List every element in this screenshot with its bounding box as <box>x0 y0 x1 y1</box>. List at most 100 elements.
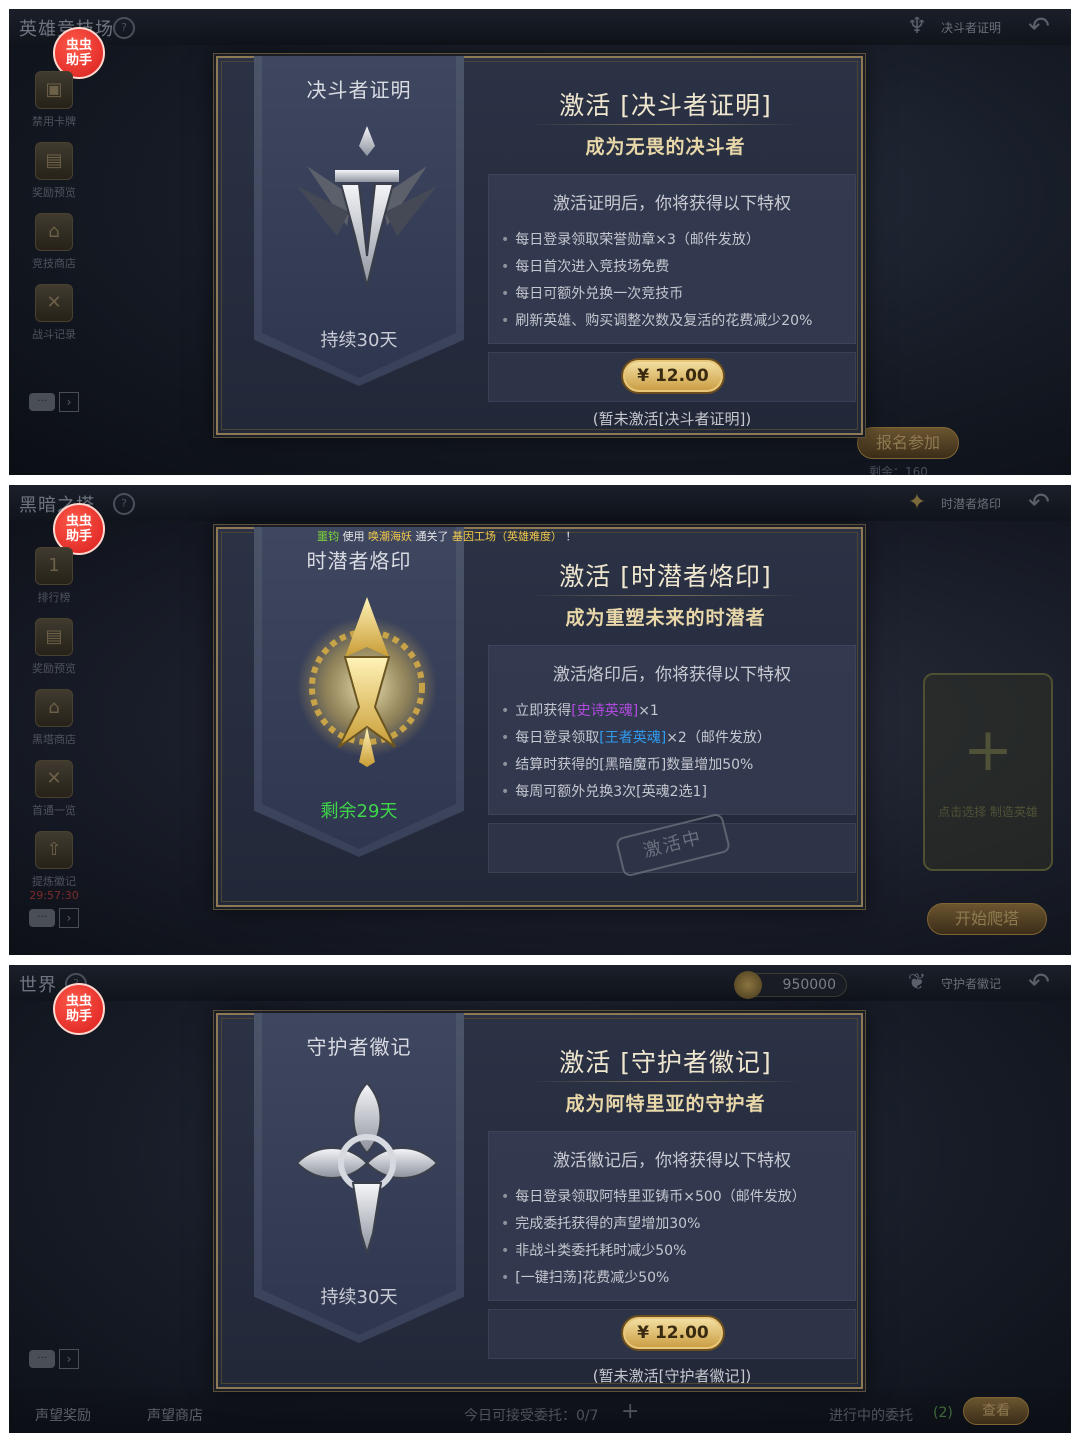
crossed-swords-icon: ✕ <box>35 760 73 798</box>
banner-duration: 持续30天 <box>320 330 398 351</box>
sidebar-item-label: 禁用卡牌 <box>32 115 76 128</box>
sidebar-item-label: 提炼徽记 <box>32 875 76 888</box>
perk-list: 每日登录领取荣誉勋章×3（邮件发放） 每日首次进入竞技场免费 每日可额外兑换一次… <box>501 227 812 335</box>
dialog-subtitle: 成为阿特里亚的守护者 <box>565 1093 766 1115</box>
chat-control[interactable]: ··· › <box>29 907 81 929</box>
perk-highlight-epic: [史诗英魂] <box>571 703 639 719</box>
banner-title: 时潜者烙印 <box>306 549 412 573</box>
daily-commission-count: 今日可接受委托：0/7 <box>464 1408 599 1424</box>
perk-list: 每日登录领取阿特里亚铸币×500（邮件发放） 完成委托获得的声望增加30% 非战… <box>501 1184 806 1292</box>
sidebar-item-label: 排行榜 <box>37 591 71 604</box>
perk-highlight-king: [王者英魂] <box>599 730 667 746</box>
perk-box: 激活烙印后，你将获得以下特权 立即获得[史诗英魂]×1 每日登录领取[王者英魂]… <box>488 645 856 815</box>
slot-hint: 点击选择 制造英雄 <box>938 805 1038 819</box>
sidebar-item-arena-shop[interactable]: ⌂ 竞技商店 <box>23 213 85 284</box>
purchase-button[interactable]: ¥ 12.00 <box>621 1315 725 1351</box>
perk-text: 结算时获得的[黑暗魔币]数量增加50% <box>515 757 754 773</box>
battle-ticker: 噩钧 使用 唤潮海妖 通关了 基因工场（英雄难度） ！ <box>317 528 577 544</box>
guardian-knot-icon <box>297 1083 437 1253</box>
ticker-stage: 基因工场（英雄难度） <box>452 530 562 543</box>
signup-button[interactable]: 报名参加 <box>857 427 959 459</box>
sidebar-item-label: 奖励预览 <box>32 662 76 675</box>
dialog-title: 激活 [决斗者证明] <box>559 91 772 120</box>
brand-label[interactable]: 时潜者烙印 <box>941 495 1001 512</box>
back-arrow-icon[interactable]: ↶ <box>1021 14 1057 40</box>
reputation-shop-button[interactable]: 声望商店 <box>147 1405 203 1425</box>
add-commission-icon[interactable]: + <box>621 1399 639 1424</box>
reputation-reward-button[interactable]: 声望奖励 <box>35 1405 91 1425</box>
list-item: 结算时获得的[黑暗魔币]数量增加50% <box>501 752 771 779</box>
list-item: 每日登录领取阿特里亚铸币×500（邮件发放） <box>501 1184 805 1211</box>
sidebar: 1 排行榜 ▤ 奖励预览 ⌂ 黑塔商店 ✕ 首通一览 ⇧ 提炼徽记 29:57:… <box>23 547 85 902</box>
sidebar-item-refine-emblem[interactable]: ⇧ 提炼徽记 29:57:30 <box>23 831 85 902</box>
certificate-label[interactable]: 决斗者证明 <box>941 19 1001 36</box>
list-item: 完成委托获得的声望增加30% <box>501 1211 806 1238</box>
sidebar-item-label: 黑塔商店 <box>32 733 76 746</box>
sidebar-item-banned-cards[interactable]: ▣ 禁用卡牌 <box>23 71 85 142</box>
perk-header: 激活证明后，你将获得以下特权 <box>553 194 791 214</box>
list-item: 刷新英雄、购买调整次数及复活的花费减少20% <box>501 308 812 335</box>
ticker-text: ！ <box>562 530 577 543</box>
crossed-swords-icon: ✕ <box>35 284 73 322</box>
activation-dialog: 决斗者证明 持续30天 激活 [决斗者证明] 成为无畏的决斗者 激活证明后，你将… <box>216 56 863 435</box>
chat-bubble-icon: ··· <box>29 909 55 927</box>
brand-banner: 时潜者烙印 剩余29天 <box>254 527 464 857</box>
coin-value: 950000 <box>782 977 836 993</box>
dialog-subtitle: 成为无畏的决斗者 <box>585 136 746 158</box>
start-climb-button[interactable]: 开始爬塔 <box>927 903 1047 935</box>
sidebar-item-battle-log[interactable]: ✕ 战斗记录 <box>23 284 85 355</box>
list-item: [一键扫荡]花费减少50% <box>501 1265 806 1292</box>
sidebar-item-reward-preview[interactable]: ▤ 奖励预览 <box>23 618 85 689</box>
back-arrow-icon[interactable]: ↶ <box>1021 490 1057 516</box>
sidebar-item-label: 奖励预览 <box>32 186 76 199</box>
sidebar-item-leaderboard[interactable]: 1 排行榜 <box>23 547 85 618</box>
title-divider <box>528 595 803 596</box>
dialog-title: 激活 [时潜者烙印] <box>559 562 772 591</box>
banner-duration: 持续30天 <box>320 1287 398 1308</box>
help-icon[interactable]: ? <box>113 493 135 515</box>
back-arrow-icon[interactable]: ↶ <box>1021 970 1057 996</box>
perk-box: 激活徽记后，你将获得以下特权 每日登录领取阿特里亚铸币×500（邮件发放） 完成… <box>488 1131 856 1301</box>
activation-status: (暂未激活[守护者徽记]) <box>592 1367 752 1385</box>
sidebar-item-label: 首通一览 <box>32 804 76 817</box>
title-divider <box>528 1081 803 1082</box>
ticker-player: 噩钧 <box>317 530 339 543</box>
expand-arrow-icon: › <box>59 1349 79 1369</box>
purchase-button[interactable]: ¥ 12.00 <box>621 358 725 394</box>
top-bar: 世界 ? 950000 ❦ 守护者徽记 ↶ <box>9 965 1071 1001</box>
chat-control[interactable]: ··· › <box>29 1348 81 1370</box>
house-upgrade-icon: ⇧ <box>35 831 73 869</box>
perk-list: 立即获得[史诗英魂]×1 每日登录领取[王者英魂]×2（邮件发放） 结算时获得的… <box>501 698 771 806</box>
duelist-sword-wings-icon <box>297 126 437 287</box>
perk-header: 激活烙印后，你将获得以下特权 <box>553 665 791 685</box>
ticker-hero: 唤潮海妖 <box>368 530 412 543</box>
coin-icon <box>734 971 762 999</box>
banner-remaining: 剩余29天 <box>320 801 398 822</box>
hero-select-slot[interactable]: + 点击选择 制造英雄 <box>923 673 1053 871</box>
guardian-emblem-icon[interactable]: ❦ <box>903 969 931 997</box>
chat-bubble-icon: ··· <box>29 1350 55 1368</box>
list-item: 每周可额外兑换3次[英魂2选1] <box>501 779 771 806</box>
coin-counter: 950000 <box>734 971 847 999</box>
list-item: 每日登录领取荣誉勋章×3（邮件发放） <box>501 227 812 254</box>
sidebar-item-reward-preview[interactable]: ▤ 奖励预览 <box>23 142 85 213</box>
banner-title: 守护者徽记 <box>306 1035 412 1059</box>
dialog-title: 激活 [守护者徽记] <box>559 1048 772 1077</box>
certificate-banner: 决斗者证明 持续30天 <box>254 56 464 386</box>
perk-header: 激活徽记后，你将获得以下特权 <box>553 1151 791 1171</box>
activation-dialog: 时潜者烙印 剩余29天 激活 [时潜者烙印] 成为重塑未来的时潜者 激活烙印后，… <box>216 527 863 907</box>
arena-screenshot: 英雄竞技场 ? ♆ 决斗者证明 ↶ 虫虫助手 ▣ 禁用卡牌 ▤ 奖励预览 ⌂ 竞… <box>9 9 1071 475</box>
timeshifter-glyph-icon <box>297 597 437 767</box>
chongchong-assistant-badge[interactable]: 虫虫 助手 <box>53 983 105 1035</box>
certificate-emblem-icon[interactable]: ♆ <box>903 13 931 41</box>
list-item: 每日可额外兑换一次竞技币 <box>501 281 812 308</box>
sidebar-item-tower-shop[interactable]: ⌂ 黑塔商店 <box>23 689 85 760</box>
sidebar-item-first-clear[interactable]: ✕ 首通一览 <box>23 760 85 831</box>
brand-emblem-icon[interactable]: ✦ <box>903 489 931 517</box>
help-icon[interactable]: ? <box>113 17 135 39</box>
chat-control[interactable]: ··· › <box>29 391 81 413</box>
list-item: 每日登录领取[王者英魂]×2（邮件发放） <box>501 725 771 752</box>
world-screenshot: 世界 ? 950000 ❦ 守护者徽记 ↶ 虫虫助手 ··· › 声望奖励 声望… <box>9 965 1071 1433</box>
guardian-label[interactable]: 守护者徽记 <box>941 975 1001 992</box>
view-button[interactable]: 查看 <box>963 1397 1029 1425</box>
